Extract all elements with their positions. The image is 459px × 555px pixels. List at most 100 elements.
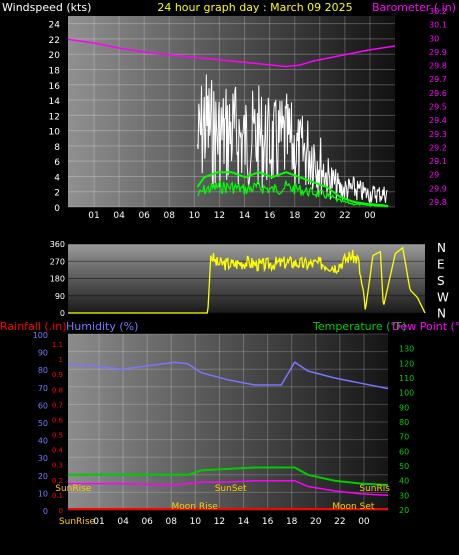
- humidity-tick-label: 20: [38, 472, 48, 481]
- windspeed-tick-label: 0: [54, 204, 60, 214]
- panel3-x-tick-label: 14: [238, 517, 250, 527]
- compass-label: E: [437, 257, 445, 271]
- windspeed-tick-label: 22: [49, 36, 60, 46]
- direction-tick-label: 270: [50, 257, 65, 266]
- temperature-tick-label: 110: [399, 374, 414, 383]
- panel1-x-tick-label: 00: [364, 211, 376, 221]
- windspeed-tick-label: 4: [54, 173, 60, 183]
- rainfall-tick-label: 0: [59, 507, 63, 515]
- temperature-tick-label: 30: [399, 491, 409, 500]
- temperature-tick-label: 40: [399, 477, 409, 486]
- windspeed-tick-label: 2: [54, 189, 60, 199]
- weather-graph: Windspeed (kts) 24 hour graph day : Marc…: [0, 0, 459, 555]
- humidity-tick-label: 90: [38, 349, 48, 358]
- windspeed-tick-label: 18: [49, 66, 61, 76]
- compass-label: W: [437, 290, 449, 304]
- humidity-tick-label: 60: [38, 401, 48, 410]
- barometer-tick-label: 29.1: [429, 157, 447, 166]
- humidity-tick-label: 10: [38, 489, 48, 498]
- windspeed-tick-label: 12: [49, 112, 60, 122]
- panel1-x-tick-label: 18: [289, 211, 301, 221]
- panel3-x-tick-label: 12: [214, 517, 225, 527]
- panel1-x-tick-label: 10: [189, 211, 201, 221]
- barometer-tick-label: 29.9: [429, 48, 447, 57]
- barometer-tick-label: 29.7: [429, 75, 447, 84]
- panel1-x-tick-label: 22: [339, 211, 350, 221]
- direction-tick-label: 90: [55, 292, 65, 301]
- panel3-x-tick-label: 10: [190, 517, 202, 527]
- rainfall-tick-label: 0.4: [52, 447, 64, 455]
- panel3-x-tick-label: 06: [141, 517, 153, 527]
- rainfall-tick-label: 1.1: [52, 341, 63, 349]
- temperature-tick-label: 130: [399, 345, 414, 354]
- windspeed-tick-label: 20: [49, 51, 61, 61]
- humidity-tick-label: 40: [38, 437, 48, 446]
- sun-event-label: SunSet: [215, 484, 247, 494]
- panel1-x-tick-label: 12: [214, 211, 225, 221]
- barometer-tick-label: 29.9: [429, 184, 447, 193]
- humidity-tick-label: 70: [38, 384, 48, 393]
- temperature-tick-label: 60: [399, 447, 409, 456]
- rainfall-tick-label: 0.5: [52, 432, 63, 440]
- temperature-tick-label: 70: [399, 433, 409, 442]
- windspeed-tick-label: 8: [54, 143, 60, 153]
- humidity-tick-label: 0: [43, 507, 48, 516]
- panel3-x-tick-label: 08: [166, 517, 178, 527]
- panel1-x-tick-label: 06: [138, 211, 150, 221]
- panel1-x-tick-label: 20: [314, 211, 326, 221]
- panel3-x-tick-label: 22: [334, 517, 345, 527]
- panel3-x-tick-label: 18: [286, 517, 298, 527]
- barometer-tick-label: 29.2: [429, 143, 447, 152]
- humidity-tick-label: 100: [33, 331, 48, 340]
- direction-tick-label: 0: [60, 309, 65, 318]
- panel3-x-tick-label: 01: [93, 517, 104, 527]
- windspeed-tick-label: 10: [49, 128, 61, 138]
- humidity-axis-label: Humidity (%): [66, 320, 138, 333]
- barometer-tick-label: 29.3: [429, 130, 447, 139]
- windspeed-tick-label: 16: [49, 82, 61, 92]
- temperature-tick-label: 80: [399, 418, 409, 427]
- panel3-x-tick-label: 20: [310, 517, 322, 527]
- barometer-tick-label: 29.4: [429, 116, 447, 125]
- direction-tick-label: 180: [50, 275, 65, 284]
- panel3-x-tick-label: SunRise: [59, 517, 96, 527]
- windspeed-tick-label: 24: [49, 21, 61, 31]
- barometer-tick-label: 29.5: [429, 103, 447, 112]
- sun-event-label: SunRise: [55, 484, 92, 494]
- moon-event-label: Moon Rise: [172, 502, 219, 512]
- barometer-tick-label: 30.1: [429, 21, 447, 30]
- rainfall-tick-label: 0.7: [52, 401, 63, 409]
- dew-point-axis-label: Dew Point (°F): [392, 320, 459, 333]
- panel1-x-tick-label: 01: [88, 211, 99, 221]
- rainfall-tick-label: 1: [59, 356, 63, 364]
- compass-label: S: [437, 274, 445, 288]
- panel3-x-tick-label: 04: [117, 517, 129, 527]
- humidity-tick-label: 30: [38, 454, 48, 463]
- temperature-tick-label: 50: [399, 462, 409, 471]
- rainfall-tick-label: 0.6: [52, 416, 64, 424]
- panel1-x-tick-label: 04: [113, 211, 125, 221]
- rainfall-tick-label: 0.9: [52, 371, 63, 379]
- temperature-tick-label: 120: [399, 359, 414, 368]
- humidity-tick-label: 50: [38, 419, 48, 428]
- barometer-tick-label: 29.6: [429, 89, 447, 98]
- windspeed-tick-label: 14: [49, 97, 61, 107]
- moon-event-label: Moon Set: [332, 502, 375, 512]
- panel1-x-tick-label: 16: [264, 211, 276, 221]
- rainfall-tick-label: 0.8: [52, 386, 63, 394]
- barometer-tick-label: 30.2: [429, 7, 447, 16]
- temperature-tick-label: 20: [399, 506, 409, 515]
- chart-canvas: Windspeed (kts) 24 hour graph day : Marc…: [0, 1, 459, 527]
- temperature-tick-label: 100: [399, 389, 414, 398]
- temperature-tick-label: 90: [399, 403, 409, 412]
- panel1-x-tick-label: 08: [164, 211, 176, 221]
- panel1-x-tick-label: 14: [239, 211, 251, 221]
- barometer-tick-label: 29.8: [429, 198, 447, 207]
- barometer-tick-label: 29: [429, 171, 439, 180]
- barometer-tick-label: 30: [429, 34, 439, 43]
- rainfall-tick-label: 0.3: [52, 462, 63, 470]
- humidity-tick-label: 80: [38, 366, 48, 375]
- compass-label: N: [437, 241, 446, 255]
- direction-tick-label: 360: [50, 240, 65, 249]
- panel1-background: [68, 16, 395, 207]
